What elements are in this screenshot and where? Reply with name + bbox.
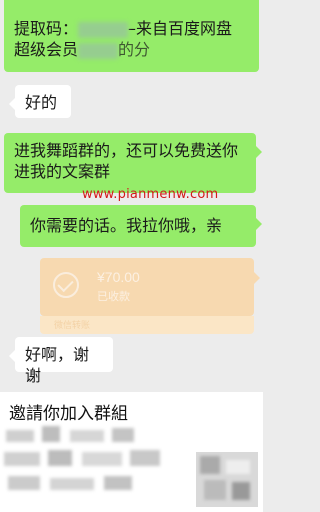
image-pixel — [226, 460, 250, 474]
image-pixel — [200, 456, 220, 474]
redacted-text — [78, 42, 119, 59]
site-watermark: www.pianmenw.com — [82, 187, 219, 202]
redacted-text — [82, 452, 122, 466]
image-pixel — [232, 482, 250, 500]
transfer-card[interactable]: ¥70.00 已收款 — [40, 258, 260, 316]
image-pixel — [204, 480, 226, 500]
redacted-text — [42, 426, 60, 442]
redacted-text — [70, 430, 104, 442]
transfer-amount: ¥70.00 — [97, 269, 140, 285]
message-line: 超级会员 的分 — [14, 39, 249, 60]
message-text: 的分 — [118, 40, 151, 59]
message-text: 好的 — [25, 93, 58, 112]
message-line: 提取码： –来自百度网盘 — [14, 18, 249, 39]
message-text: 提取码： — [14, 19, 79, 38]
redacted-text — [4, 452, 40, 466]
transfer-footer: 微信转账 — [40, 316, 254, 334]
message-text: 超级会员 — [14, 40, 79, 59]
message-text: 你需要的话。我拉你哦，亲 — [30, 216, 223, 235]
redacted-text — [112, 428, 134, 442]
chat-message-incoming[interactable]: 好的 — [9, 85, 71, 118]
chat-message-outgoing[interactable]: 提取码： –来自百度网盘 超级会员 的分 — [4, 0, 259, 72]
redacted-text — [50, 478, 94, 490]
transfer-footer-label: 微信转账 — [54, 321, 91, 331]
check-circle-icon — [53, 272, 79, 298]
chat-message-outgoing[interactable]: 你需要的话。我拉你哦，亲 — [20, 205, 262, 247]
transfer-status: 已收款 — [97, 290, 130, 303]
redacted-text — [8, 476, 40, 490]
redacted-text — [130, 450, 160, 466]
message-text: 好啊，谢谢 — [25, 345, 90, 385]
chat-message-incoming[interactable]: 好啊，谢谢 — [9, 337, 113, 385]
chat-area: 提取码： –来自百度网盘 超级会员 的分 好的 进我舞蹈群的，还可以免费送你进我的文… — [0, 0, 263, 512]
invite-title: 邀請你加入群組 — [9, 404, 128, 424]
group-avatar-image — [196, 452, 258, 507]
message-text: –来自百度网盘 — [128, 19, 233, 38]
chat-message-outgoing[interactable]: 进我舞蹈群的，还可以免费送你进我的文案群 — [4, 133, 262, 193]
group-invite-card[interactable]: 邀請你加入群組 — [0, 392, 263, 512]
message-text: 进我舞蹈群的，还可以免费送你进我的文案群 — [14, 141, 239, 181]
redacted-text — [48, 450, 72, 466]
redacted-text — [104, 476, 132, 490]
redacted-text — [78, 21, 129, 38]
redacted-text — [6, 430, 34, 442]
